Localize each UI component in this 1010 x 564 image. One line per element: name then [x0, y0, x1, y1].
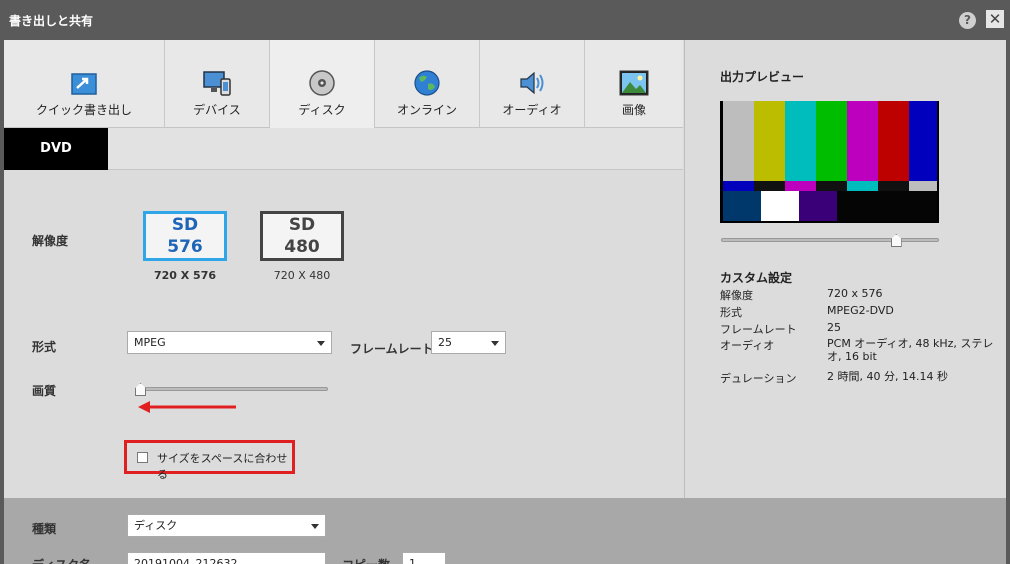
- color-bars-preview: [720, 101, 939, 223]
- disc-settings-bar: 種類 ディスク ディスク名 20191004_212632 コピー数 1: [4, 498, 1006, 564]
- close-icon[interactable]: ✕: [986, 10, 1004, 28]
- tab-label: デバイス: [193, 103, 241, 117]
- tab-label: オンライン: [396, 103, 457, 117]
- preview-slider-track[interactable]: [721, 238, 939, 242]
- output-preview-panel: 出力プレビュー カスタム設定 解像度 720 x 576 形式 MPEG2-DV…: [684, 40, 1006, 498]
- resolution-line2: 480: [284, 237, 320, 257]
- quality-slider-track[interactable]: [137, 387, 328, 391]
- info-value-duration: 2 時間, 40 分, 14.14 秒: [827, 370, 948, 383]
- info-key-framerate: フレームレート: [720, 323, 797, 336]
- info-value-resolution: 720 x 576: [827, 287, 883, 300]
- info-key-resolution: 解像度: [720, 289, 753, 302]
- disc-name-value: 20191004_212632: [134, 557, 238, 564]
- annotation-arrow-icon: [138, 401, 236, 413]
- fit-size-label[interactable]: サイズをスペースに合わせる: [157, 450, 292, 482]
- type-label: 種類: [32, 522, 57, 536]
- custom-settings-title: カスタム設定: [720, 271, 793, 285]
- copies-label: コピー数: [342, 556, 390, 564]
- type-value: ディスク: [134, 519, 178, 532]
- info-value-format: MPEG2-DVD: [827, 304, 894, 317]
- chevron-down-icon: [491, 341, 499, 346]
- tab-device[interactable]: デバイス: [165, 40, 270, 128]
- resolution-line1: SD: [288, 215, 316, 235]
- resolution-caption: 720 X 576: [153, 269, 217, 282]
- info-value-audio: PCM オーディオ, 48 kHz, ステレオ, 16 bit: [827, 337, 994, 363]
- preview-title: 出力プレビュー: [720, 70, 805, 84]
- framerate-select[interactable]: 25: [431, 331, 506, 354]
- copies-value: 1: [409, 557, 416, 564]
- image-icon: [619, 70, 649, 96]
- info-key-duration: デュレーション: [720, 372, 797, 385]
- fit-size-checkbox[interactable]: [137, 452, 148, 463]
- resolution-caption: 720 X 480: [273, 269, 331, 282]
- format-label: 形式: [32, 340, 57, 354]
- tab-online[interactable]: オンライン: [375, 40, 480, 128]
- framerate-value: 25: [438, 336, 452, 349]
- globe-icon: [414, 70, 440, 96]
- tab-label: クイック書き出し: [35, 103, 132, 117]
- resolution-line1: SD: [171, 215, 199, 235]
- tab-label: 画像: [621, 103, 646, 117]
- resolution-option-480[interactable]: SD 480: [260, 211, 344, 261]
- info-key-format: 形式: [720, 306, 742, 319]
- type-select[interactable]: ディスク: [127, 514, 326, 537]
- help-icon[interactable]: ?: [959, 12, 976, 29]
- device-icon: [203, 71, 231, 96]
- resolution-option-576[interactable]: SD 576: [143, 211, 227, 261]
- tab-quick-export[interactable]: クイック書き出し: [4, 40, 165, 128]
- speaker-icon: [520, 71, 544, 95]
- disc-icon: [309, 70, 335, 96]
- fit-size-highlight: サイズをスペースに合わせる: [124, 440, 295, 481]
- export-settings-panel: クイック書き出し デバイス ディスク オンライン オーディオ 画像 DVD 解像…: [4, 40, 683, 498]
- subtab-dvd[interactable]: DVD: [4, 128, 108, 170]
- tab-label: ディスク: [298, 103, 346, 117]
- title-bar: 書き出しと共有 ? ✕: [0, 0, 1010, 40]
- quality-label: 画質: [32, 384, 57, 398]
- info-value-framerate: 25: [827, 321, 841, 334]
- format-value: MPEG: [134, 336, 166, 349]
- copies-input[interactable]: 1: [402, 552, 446, 564]
- subtab-bar: [108, 128, 683, 170]
- resolution-line2: 576: [167, 237, 203, 257]
- tab-audio[interactable]: オーディオ: [480, 40, 585, 128]
- disc-name-input[interactable]: 20191004_212632: [127, 552, 326, 564]
- tab-image[interactable]: 画像: [585, 40, 683, 128]
- info-key-audio: オーディオ: [720, 339, 775, 352]
- export-icon: [71, 73, 97, 95]
- window-frame-right: [1006, 40, 1010, 564]
- export-tabs: クイック書き出し デバイス ディスク オンライン オーディオ 画像: [4, 40, 683, 128]
- preview-slider-thumb[interactable]: [890, 234, 902, 247]
- tab-disc[interactable]: ディスク: [270, 40, 375, 128]
- window-title: 書き出しと共有: [9, 14, 94, 28]
- framerate-label: フレームレート: [350, 342, 434, 356]
- tab-label: オーディオ: [502, 103, 562, 117]
- format-select[interactable]: MPEG: [127, 331, 332, 354]
- resolution-label: 解像度: [32, 234, 69, 248]
- chevron-down-icon: [311, 524, 319, 529]
- disc-name-label: ディスク名: [32, 556, 91, 564]
- chevron-down-icon: [317, 341, 325, 346]
- quality-slider-thumb[interactable]: [135, 383, 146, 396]
